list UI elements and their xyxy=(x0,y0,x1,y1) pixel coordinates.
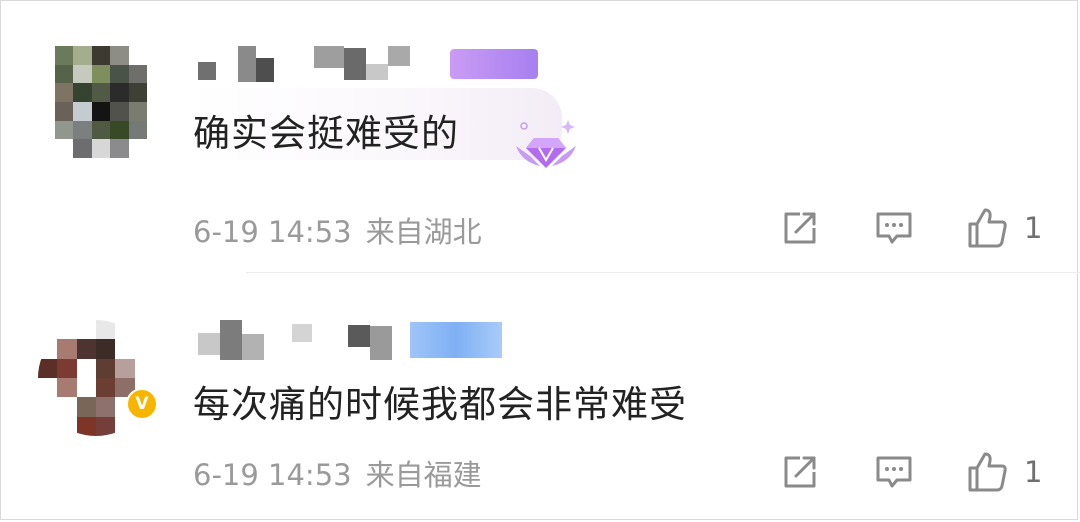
username-obscured[interactable] xyxy=(198,46,538,82)
share-button[interactable] xyxy=(780,206,820,250)
comment-meta: 6-19 14:53 来自福建 xyxy=(193,452,482,494)
verified-v-icon: V xyxy=(126,388,158,420)
comment-text: 确实会挺难受的 xyxy=(193,112,459,155)
comment-button[interactable] xyxy=(874,206,914,250)
share-edit-icon xyxy=(784,456,816,488)
comment-actions: 1 xyxy=(780,206,1060,250)
avatar[interactable] xyxy=(55,46,147,158)
thumbs-up-icon xyxy=(968,452,1007,492)
username-obscured[interactable] xyxy=(198,320,502,360)
share-edit-icon xyxy=(784,212,816,244)
comment-icon xyxy=(876,456,912,488)
comment-text: 每次痛的时候我都会非常难受 xyxy=(193,383,687,426)
comment-date: 6-19 14:53 xyxy=(193,215,352,249)
comment-meta: 6-19 14:53 来自湖北 xyxy=(193,209,482,251)
comment-location: 来自湖北 xyxy=(365,215,482,249)
comment-divider xyxy=(246,272,1080,273)
thumbs-up-icon xyxy=(968,208,1007,248)
comment-icon xyxy=(876,212,912,244)
comment-item: 确实会挺难受的 6-19 14:53 来自湖北 1 xyxy=(0,0,1080,272)
like-button[interactable]: 1 xyxy=(966,206,1042,250)
like-count: 1 xyxy=(1024,455,1043,489)
share-button[interactable] xyxy=(780,450,820,494)
comment-actions: 1 xyxy=(780,450,1060,494)
diamond-badge-icon xyxy=(516,120,576,168)
comment-location: 来自福建 xyxy=(365,458,482,492)
comment-date: 6-19 14:53 xyxy=(193,458,352,492)
like-count: 1 xyxy=(1024,211,1043,245)
comment-button[interactable] xyxy=(874,450,914,494)
like-button[interactable]: 1 xyxy=(966,450,1042,494)
